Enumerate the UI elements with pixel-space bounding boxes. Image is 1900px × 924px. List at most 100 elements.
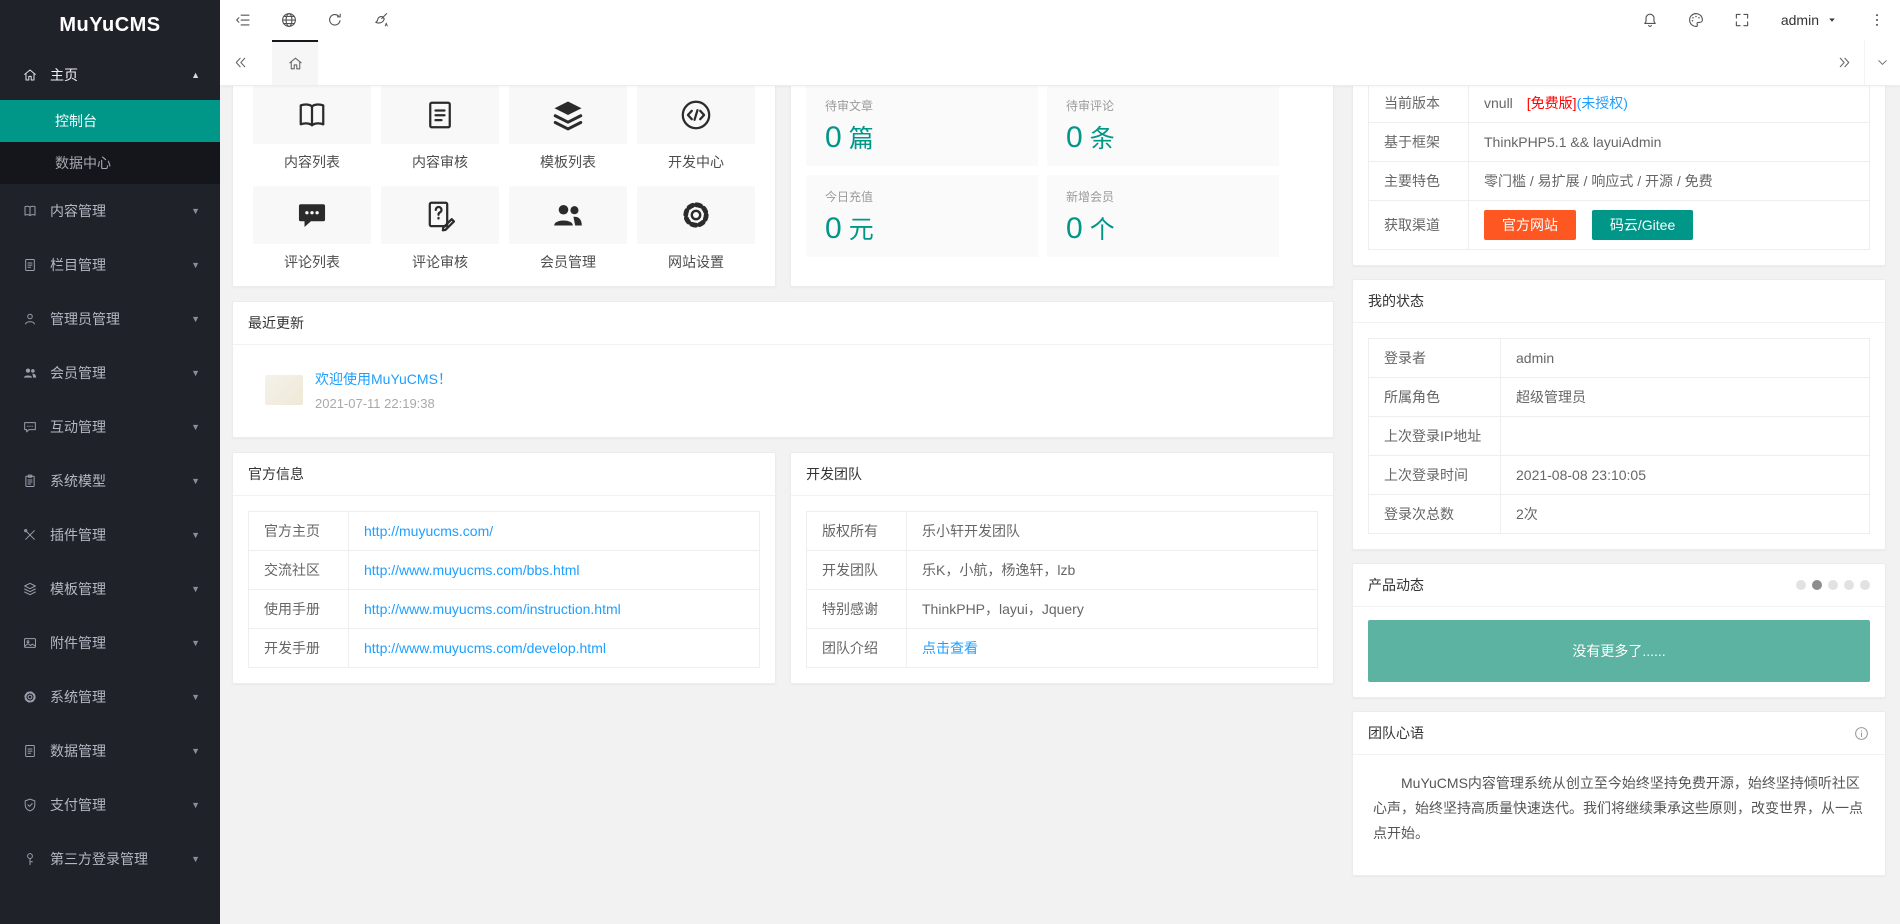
community-link[interactable]: http://www.muyucms.com/bbs.html [364,562,580,578]
collapse-sidebar-button[interactable] [220,0,266,40]
language-button[interactable] [266,0,312,40]
sidebar-item-content[interactable]: 内容管理▼ [0,184,220,238]
chevron-down-icon: ▼ [191,476,200,486]
sidebar-item-templates[interactable]: 模板管理▼ [0,562,220,616]
sidebar-item-thirdparty-login[interactable]: 第三方登录管理▼ [0,832,220,886]
chevron-down-icon: ▼ [191,800,200,810]
sidebar-item-columns[interactable]: 栏目管理▼ [0,238,220,292]
more-menu-button[interactable] [1854,0,1900,40]
notifications-button[interactable] [1627,0,1673,40]
bell-icon [1641,11,1659,29]
tabs-scroll-right-button[interactable] [1824,40,1864,85]
stat-today-recharge: 今日充值 0元 [806,175,1038,257]
fullscreen-button[interactable] [1719,0,1765,40]
main-content: 快捷方式 内容列表 内容审核 [220,0,1900,890]
chevron-down-icon: ▼ [191,530,200,540]
shortcut-content-audit[interactable]: 内容审核 [381,86,499,172]
sidebar-item-data-center[interactable]: 数据中心 [0,142,220,184]
carousel-dot[interactable] [1860,580,1870,590]
sidebar-nav: 主页 ▲ 控制台 数据中心 内容管理▼ 栏目管理▼ 管理员管理▼ 会员管理▼ 互… [0,50,220,886]
shortcut-comment-audit[interactable]: 评论审核 [381,186,499,272]
more-vertical-icon [1868,11,1886,29]
tools-icon [22,527,38,543]
shortcut-content-list[interactable]: 内容列表 [253,86,371,172]
shortcut-member-management[interactable]: 会员管理 [509,186,627,272]
info-icon [1853,725,1870,742]
team-intro-link[interactable]: 点击查看 [922,640,978,656]
layers-icon [22,581,38,597]
table-row: 登录者admin [1369,339,1870,378]
user-menu[interactable]: admin [1765,0,1854,40]
shortcut-template-list[interactable]: 模板列表 [509,86,627,172]
sidebar-item-members[interactable]: 会员管理▼ [0,346,220,400]
carousel-dot[interactable] [1844,580,1854,590]
comments-filled-icon [294,197,330,233]
chevron-down-icon [1875,55,1890,70]
stat-pending-comments: 待审评论 0条 [1047,84,1279,166]
update-thumbnail [265,375,303,405]
chevron-up-icon: ▲ [191,70,200,80]
shortcut-site-settings[interactable]: 网站设置 [637,186,755,272]
table-row: 开发团队乐K，小航，杨逸轩，lzb [807,551,1318,590]
update-link[interactable]: 欢迎使用MuYuCMS！ [315,371,452,387]
table-row: 交流社区http://www.muyucms.com/bbs.html [249,551,760,590]
sidebar-item-system[interactable]: 系统管理▼ [0,670,220,724]
document-list-icon [22,257,38,273]
sidebar-item-home[interactable]: 主页 ▲ [0,50,220,100]
carousel-dot[interactable] [1812,580,1822,590]
clear-cache-button[interactable] [358,0,404,40]
chevron-down-icon: ▼ [191,692,200,702]
tabs-scroll-left-button[interactable] [220,40,260,85]
tab-bar [220,40,1900,86]
sidebar-item-admins[interactable]: 管理员管理▼ [0,292,220,346]
sidebar-item-interaction[interactable]: 互动管理▼ [0,400,220,454]
table-row: 获取渠道 官方网站 码云/Gitee [1369,201,1870,250]
chevron-down-icon: ▼ [191,368,200,378]
sidebar-item-plugins[interactable]: 插件管理▼ [0,508,220,562]
table-row: 上次登录时间2021-08-08 23:10:05 [1369,456,1870,495]
sidebar: MuYuCMS 主页 ▲ 控制台 数据中心 内容管理▼ 栏目管理▼ 管理员管理▼… [0,0,220,924]
tab-home[interactable] [272,40,318,85]
dev-manual-link[interactable]: http://www.muyucms.com/develop.html [364,640,606,656]
shortcut-comment-list[interactable]: 评论列表 [253,186,371,272]
shortcut-dev-center[interactable]: 开发中心 [637,86,755,172]
table-row: 开发手册http://www.muyucms.com/develop.html [249,629,760,668]
official-site-button[interactable]: 官方网站 [1484,210,1576,240]
gitee-button[interactable]: 码云/Gitee [1592,210,1693,240]
tab-bar-right [1824,40,1900,85]
sidebar-item-payment[interactable]: 支付管理▼ [0,778,220,832]
table-row: 主要特色 零门槛 / 易扩展 / 响应式 / 开源 / 免费 [1369,162,1870,201]
official-home-link[interactable]: http://muyucms.com/ [364,523,493,539]
username: admin [1781,12,1819,28]
gear-icon [22,689,38,705]
carousel-dot[interactable] [1828,580,1838,590]
manual-link[interactable]: http://www.muyucms.com/instruction.html [364,601,621,617]
chevron-down-icon: ▼ [191,314,200,324]
chevrons-left-icon [232,54,249,71]
unauthorized-tag[interactable]: (未授权) [1577,95,1628,111]
motto-text: MuYuCMS内容管理系统从创立至今始终坚持免费开源，始终坚持倾听社区心声，始终… [1373,771,1865,846]
members-filled-icon [550,197,586,233]
refresh-button[interactable] [312,0,358,40]
recent-updates-panel: 最近更新 欢迎使用MuYuCMS！ 2021-07-11 22:19:38 [232,301,1334,438]
chevron-down-icon: ▼ [191,638,200,648]
theme-button[interactable] [1673,0,1719,40]
sidebar-submenu-home: 控制台 数据中心 [0,100,220,184]
language-icon [280,11,298,29]
panel-title: 我的状态 [1368,291,1424,311]
refresh-icon [326,11,344,29]
panel-title: 团队心语 [1368,723,1424,743]
panel-title: 最近更新 [248,313,304,333]
sidebar-item-data[interactable]: 数据管理▼ [0,724,220,778]
carousel-dot[interactable] [1796,580,1806,590]
version-info-table: 当前版本 vnull[免费版](未授权) 基于框架 ThinkPHP5.1 &&… [1368,83,1870,250]
sidebar-item-models[interactable]: 系统模型▼ [0,454,220,508]
info-button[interactable] [1853,725,1870,742]
sidebar-item-console[interactable]: 控制台 [0,100,220,142]
table-row: 所属角色超级管理员 [1369,378,1870,417]
table-row: 官方主页http://muyucms.com/ [249,512,760,551]
version-value: vnull [1484,95,1513,111]
sidebar-item-attachments[interactable]: 附件管理▼ [0,616,220,670]
tabs-menu-button[interactable] [1864,40,1900,85]
official-info-panel: 官方信息 官方主页http://muyucms.com/ 交流社区http://… [232,452,776,684]
